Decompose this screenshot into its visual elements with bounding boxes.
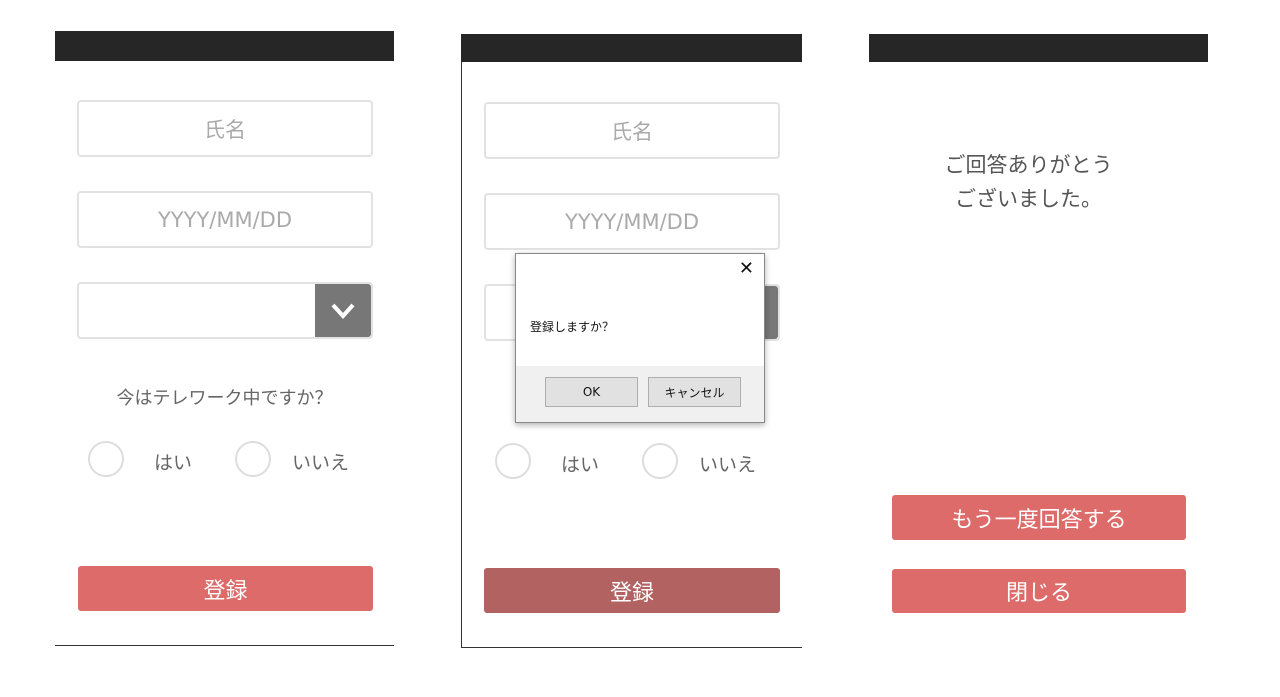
name-input[interactable]: 氏名 — [484, 102, 780, 159]
thanks-line-1: ご回答ありがとう — [944, 153, 1113, 177]
radio-yes-label: はい — [154, 452, 193, 474]
question-label: 今はテレワーク中ですか？ — [116, 388, 333, 409]
dialog-footer: OK キャンセル — [516, 366, 764, 422]
radio-yes-label: はい — [561, 454, 600, 476]
header-bar — [461, 34, 802, 62]
select-dropdown[interactable] — [77, 282, 373, 339]
radio-yes[interactable] — [495, 443, 531, 479]
radio-no[interactable] — [642, 443, 678, 479]
close-icon[interactable]: ✕ — [739, 258, 754, 279]
cancel-button[interactable]: キャンセル — [648, 377, 741, 407]
answer-again-button[interactable]: もう一度回答する — [892, 495, 1186, 540]
dialog-message: 登録しますか？ — [530, 320, 615, 334]
name-input[interactable]: 氏名 — [77, 100, 373, 157]
ok-button[interactable]: OK — [545, 377, 638, 407]
header-bar — [55, 31, 394, 61]
thanks-line-2: ございました。 — [955, 187, 1102, 211]
divider — [55, 645, 394, 646]
radio-no-label: いいえ — [292, 452, 350, 474]
chevron-down-icon[interactable] — [315, 284, 371, 337]
radio-yes[interactable] — [88, 441, 124, 477]
frame-border — [461, 62, 462, 648]
radio-no-label: いいえ — [699, 454, 757, 476]
header-bar — [869, 34, 1208, 62]
radio-no[interactable] — [235, 441, 271, 477]
date-input[interactable]: YYYY/MM/DD — [77, 191, 373, 248]
submit-button[interactable]: 登録 — [484, 568, 780, 613]
submit-button[interactable]: 登録 — [78, 566, 373, 611]
close-button[interactable]: 閉じる — [892, 569, 1186, 613]
confirm-dialog: ✕ 登録しますか？ OK キャンセル — [515, 253, 765, 423]
thanks-message: ご回答ありがとう ございました。 — [869, 148, 1188, 216]
divider — [461, 647, 802, 648]
date-input[interactable]: YYYY/MM/DD — [484, 193, 780, 250]
